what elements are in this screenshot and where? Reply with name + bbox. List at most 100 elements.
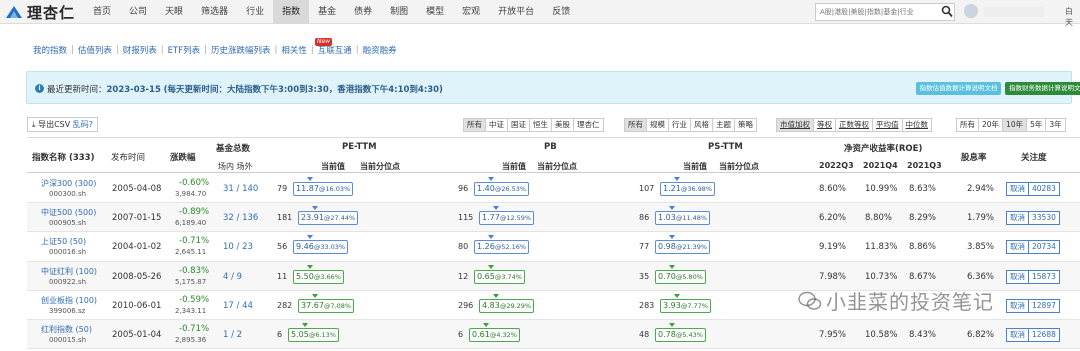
pb-percentile[interactable]: 当前分位点 — [537, 161, 577, 172]
filter-option[interactable]: 所有 — [463, 118, 486, 132]
subnav-link[interactable]: 财报列表 — [123, 44, 157, 56]
filter-option[interactable]: 规模 — [646, 118, 669, 132]
filter-option[interactable]: 平均值 — [872, 118, 903, 132]
ps-current[interactable]: 当前值 — [683, 161, 707, 172]
subnav-link[interactable]: 相关性 — [281, 44, 307, 56]
ps-value-box[interactable]: 3.93@7.77% — [660, 298, 711, 313]
filter-option[interactable]: 等权 — [813, 118, 836, 132]
pb-value-box[interactable]: 0.65@3.74% — [474, 269, 525, 284]
ps-percentile[interactable]: 当前分位点 — [719, 161, 759, 172]
nav-item[interactable]: 债券 — [345, 0, 381, 24]
filter-option[interactable]: 所有 — [956, 118, 979, 132]
nav-item[interactable]: 基金 — [309, 0, 345, 24]
fund-count-link[interactable]: 1 / 2 — [223, 330, 242, 340]
follow-control[interactable]: 取消 15873 — [1006, 269, 1060, 284]
nav-item[interactable]: 行业 — [237, 0, 273, 24]
filter-option[interactable]: 国证 — [507, 118, 530, 132]
garbled-help-link[interactable]: 乱码? — [73, 120, 93, 129]
nav-item[interactable]: 制图 — [381, 0, 417, 24]
index-name-link[interactable]: 上证50 (50) — [41, 236, 86, 247]
pe-value-box[interactable]: 11.87@16.03% — [293, 182, 354, 196]
fund-count-link[interactable]: 31 / 140 — [223, 184, 258, 194]
fund-count-link[interactable]: 10 / 23 — [223, 242, 253, 252]
col-date[interactable]: 发布时间 — [111, 151, 145, 163]
filter-option[interactable]: 风格 — [690, 118, 713, 132]
subnav-link[interactable]: 估值列表 — [78, 44, 112, 56]
avatar[interactable] — [964, 4, 978, 18]
follow-control[interactable]: 取消 20734 — [1006, 240, 1060, 255]
pe-percentile[interactable]: 当前分位点 — [360, 161, 400, 172]
follow-control[interactable]: 取消 12688 — [1006, 328, 1060, 342]
follow-control[interactable]: 取消 33530 — [1006, 211, 1060, 226]
pb-value-box[interactable]: 1.40@26.53% — [474, 182, 530, 196]
subnav-link[interactable]: 我的指数 — [33, 44, 67, 56]
username[interactable] — [984, 7, 1044, 17]
filter-option[interactable]: 5年 — [1026, 118, 1047, 132]
filter-option[interactable]: 20年 — [978, 118, 1004, 132]
nav-item[interactable]: 天眼 — [156, 0, 192, 24]
nav-item[interactable]: 公司 — [120, 0, 156, 24]
pe-value-box[interactable]: 9.46@33.03% — [293, 240, 349, 255]
nav-item[interactable]: 反馈 — [543, 0, 579, 24]
subnav-link[interactable]: 融资融券 — [363, 44, 397, 56]
financial-doc-button[interactable]: 指数财务数据计算说明文档 — [1005, 82, 1080, 95]
unfollow-button[interactable]: 取消 — [1006, 240, 1029, 255]
search-input[interactable] — [815, 3, 955, 21]
unfollow-button[interactable]: 取消 — [1006, 269, 1029, 284]
filter-option[interactable]: 理杏仁 — [573, 118, 604, 132]
index-name-link[interactable]: 红利指数 (50) — [41, 324, 92, 335]
ps-value-box[interactable]: 0.78@5.43% — [655, 328, 706, 342]
col-fund[interactable]: 基金总数 — [216, 142, 250, 154]
filter-option[interactable]: 恒生 — [529, 118, 552, 132]
filter-option[interactable]: 主题 — [712, 118, 735, 132]
ps-value-box[interactable]: 1.21@36.98% — [660, 182, 716, 196]
nav-item[interactable]: 模型 — [417, 0, 453, 24]
filter-option[interactable]: 美股 — [551, 118, 574, 132]
unfollow-button[interactable]: 取消 — [1006, 182, 1029, 196]
pe-value-box[interactable]: 5.05@6.13% — [288, 328, 339, 342]
valuation-doc-button[interactable]: 指数估值数据计算说明文档 — [916, 82, 1001, 95]
roe-col-1[interactable]: 2022Q3 — [819, 161, 854, 170]
nav-item[interactable]: 首页 — [84, 0, 120, 24]
nav-item[interactable]: 宏观 — [453, 0, 489, 24]
filter-option[interactable]: 所有 — [624, 118, 647, 132]
index-name-link[interactable]: 沪深300 (300) — [41, 178, 96, 189]
ps-value-box[interactable]: 0.70@5.80% — [655, 269, 706, 284]
pe-current[interactable]: 当前值 — [321, 161, 345, 172]
unfollow-button[interactable]: 取消 — [1006, 211, 1029, 226]
search-icon[interactable] — [941, 5, 953, 18]
filter-option[interactable]: 正数等权 — [835, 118, 873, 132]
index-name-link[interactable]: 中证500 (500) — [41, 207, 96, 218]
roe-col-3[interactable]: 2021Q3 — [907, 161, 942, 170]
fund-count-link[interactable]: 32 / 136 — [223, 213, 258, 223]
col-fund-sub[interactable]: 场内 场外 — [218, 161, 253, 172]
pb-current[interactable]: 当前值 — [502, 161, 526, 172]
follow-control[interactable]: 取消 12897 — [1006, 298, 1060, 313]
index-name-link[interactable]: 中证红利 (100) — [41, 266, 97, 277]
filter-option[interactable]: 中证 — [485, 118, 508, 132]
subnav-link[interactable]: ETF列表 — [168, 44, 200, 56]
col-follow[interactable]: 关注度 — [1021, 151, 1047, 163]
filter-option[interactable]: 策略 — [734, 118, 757, 132]
filter-option[interactable]: 中位数 — [901, 118, 932, 132]
nav-item[interactable]: 筛选器 — [192, 0, 237, 24]
subnav-link[interactable]: 历史涨跌幅列表 — [211, 44, 271, 56]
pe-value-box[interactable]: 23.91@27.44% — [298, 211, 359, 226]
ps-value-box[interactable]: 1.03@11.48% — [655, 211, 711, 226]
unfollow-button[interactable]: 取消 — [1006, 298, 1029, 313]
pb-value-box[interactable]: 0.61@4.32% — [469, 328, 520, 342]
pe-value-box[interactable]: 37.67@7.08% — [298, 298, 355, 313]
ps-value-box[interactable]: 0.98@21.39% — [655, 240, 711, 255]
pb-value-box[interactable]: 1.26@52.16% — [474, 240, 530, 255]
col-name[interactable]: 指数名称 (333) — [32, 151, 94, 163]
nav-item[interactable]: 开放平台 — [489, 0, 543, 24]
brand-logo[interactable]: 理杏仁 — [5, 3, 75, 22]
pe-value-box[interactable]: 5.50@3.66% — [293, 269, 344, 284]
roe-col-2[interactable]: 2021Q4 — [863, 161, 898, 170]
fund-count-link[interactable]: 4 / 9 — [223, 272, 242, 282]
nav-item[interactable]: 指数 — [273, 0, 310, 24]
pb-value-box[interactable]: 1.77@12.59% — [479, 211, 535, 226]
filter-option[interactable]: 行业 — [668, 118, 691, 132]
filter-option[interactable]: 3年 — [1045, 118, 1066, 132]
filter-option[interactable]: 10年 — [1002, 118, 1028, 132]
